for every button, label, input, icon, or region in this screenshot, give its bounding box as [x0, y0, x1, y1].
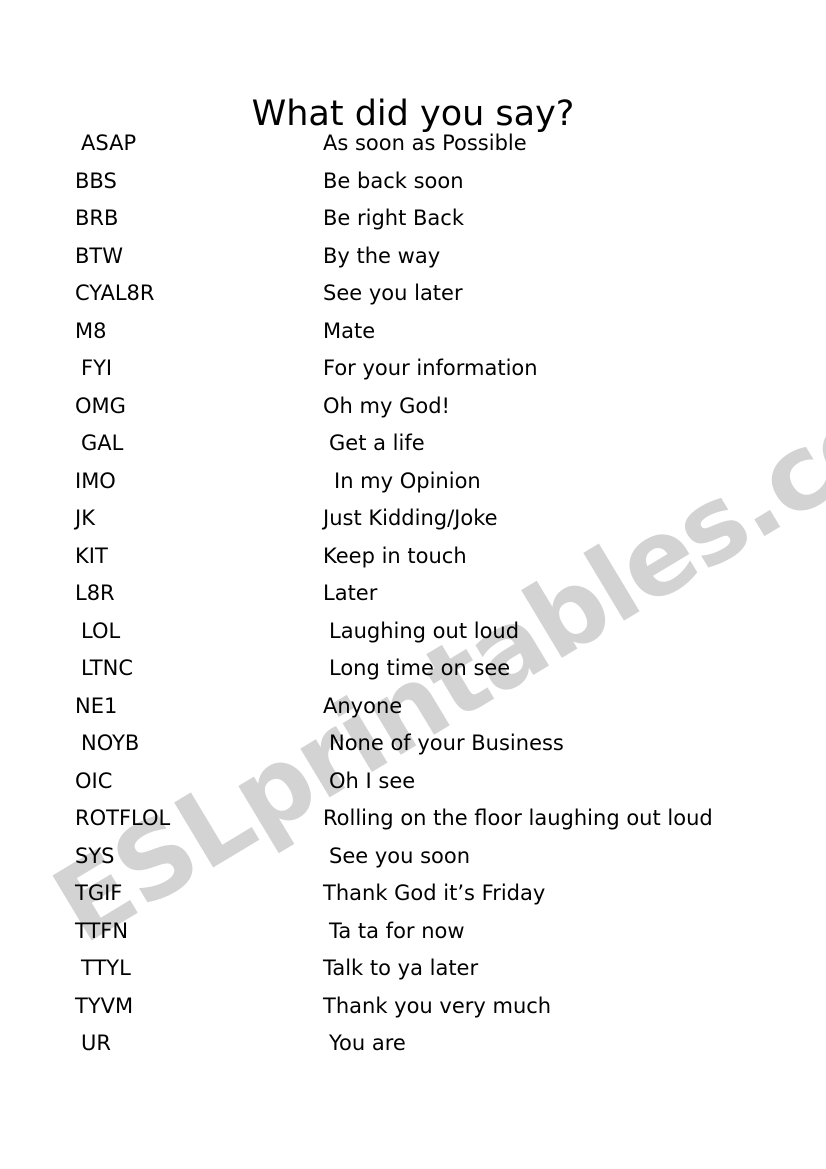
abbreviation-term: LTNC: [81, 656, 134, 680]
abbreviation-list: ASAP As soon as Possible BBS Be back soon BR…: [0, 128, 826, 1066]
abbreviation-meaning: See you soon: [329, 843, 471, 868]
abbreviation-meaning: Thank God it’s Friday: [323, 881, 546, 905]
abbreviation-term: TYVM: [75, 993, 134, 1018]
abbreviation-meaning: Laughing out loud: [329, 618, 520, 643]
abbreviation-meaning: For your information: [323, 356, 538, 380]
abbreviation-term: BRB: [75, 206, 119, 230]
abbreviation-meaning: Thank you very much: [323, 993, 552, 1018]
abbreviation-row: KIT Keep in touch: [0, 541, 826, 579]
abbreviation-meaning: Just Kidding/Joke: [323, 506, 498, 530]
abbreviation-meaning: See you later: [323, 281, 463, 305]
abbreviation-meaning: Long time on see: [329, 656, 511, 680]
abbreviation-row: JK Just Kidding/Joke: [0, 503, 826, 541]
abbreviation-meaning: Later: [323, 581, 378, 605]
abbreviation-meaning: Be back soon: [323, 168, 464, 193]
abbreviation-row: TYVM Thank you very much: [0, 991, 826, 1029]
abbreviation-term: TTYL: [81, 956, 131, 980]
abbreviation-term: KIT: [75, 543, 108, 568]
abbreviation-meaning: Mate: [323, 318, 376, 343]
abbreviation-row: BRB Be right Back: [0, 203, 826, 241]
abbreviation-term: L8R: [75, 581, 115, 605]
abbreviation-row: NOYB None of your Business: [0, 728, 826, 766]
abbreviation-row: BTW By the way: [0, 241, 826, 279]
abbreviation-meaning: Ta ta for now: [329, 918, 465, 943]
abbreviation-term: LOL: [81, 618, 121, 643]
abbreviation-meaning: Get a life: [329, 431, 425, 455]
abbreviation-term: SYS: [75, 843, 115, 868]
abbreviation-meaning: By the way: [323, 243, 441, 268]
abbreviation-meaning: Anyone: [323, 693, 403, 718]
abbreviation-meaning: Oh I see: [329, 768, 416, 793]
abbreviation-row: OMG Oh my God!: [0, 391, 826, 429]
abbreviation-term: ASAP: [81, 131, 137, 155]
abbreviation-term: TTFN: [75, 918, 129, 943]
worksheet-page: ESLprintables.com What did you say? ASAP…: [0, 0, 826, 1169]
abbreviation-meaning: Be right Back: [323, 206, 465, 230]
abbreviation-meaning: Oh my God!: [323, 393, 450, 418]
abbreviation-row: LOL Laughing out loud: [0, 616, 826, 654]
abbreviation-row: IMO In my Opinion: [0, 466, 826, 504]
abbreviation-meaning: You are: [329, 1031, 406, 1055]
abbreviation-term: IMO: [75, 468, 116, 493]
abbreviation-term: JK: [75, 506, 95, 530]
abbreviation-row: LTNC Long time on see: [0, 653, 826, 691]
abbreviation-term: NE1: [75, 693, 118, 718]
abbreviation-term: M8: [75, 318, 107, 343]
abbreviation-meaning: Talk to ya later: [323, 956, 479, 980]
abbreviation-term: NOYB: [81, 731, 140, 755]
abbreviation-row: OIC Oh I see: [0, 766, 826, 804]
abbreviation-term: BBS: [75, 168, 117, 193]
abbreviation-row: GAL Get a life: [0, 428, 826, 466]
abbreviation-term: GAL: [81, 431, 124, 455]
abbreviation-meaning: None of your Business: [329, 731, 564, 755]
abbreviation-row: NE1 Anyone: [0, 691, 826, 729]
abbreviation-row: CYAL8R See you later: [0, 278, 826, 316]
abbreviation-row: SYS See you soon: [0, 841, 826, 879]
abbreviation-term: FYI: [81, 356, 113, 380]
abbreviation-row: UR You are: [0, 1028, 826, 1066]
abbreviation-row: TTFN Ta ta for now: [0, 916, 826, 954]
abbreviation-meaning: As soon as Possible: [323, 131, 527, 155]
abbreviation-term: TGIF: [75, 881, 123, 905]
abbreviation-row: L8R Later: [0, 578, 826, 616]
abbreviation-meaning: In my Opinion: [334, 468, 481, 493]
abbreviation-row: M8 Mate: [0, 316, 826, 354]
abbreviation-term: ROTFLOL: [75, 806, 171, 830]
abbreviation-row: TTYL Talk to ya later: [0, 953, 826, 991]
abbreviation-term: OIC: [75, 768, 113, 793]
abbreviation-row: FYI For your information: [0, 353, 826, 391]
abbreviation-meaning: Keep in touch: [323, 543, 467, 568]
abbreviation-meaning: Rolling on the floor laughing out loud: [323, 806, 713, 830]
abbreviation-row: ROTFLOL Rolling on the floor laughing out…: [0, 803, 826, 841]
abbreviation-row: ASAP As soon as Possible: [0, 128, 826, 166]
abbreviation-term: CYAL8R: [75, 281, 155, 305]
abbreviation-term: UR: [81, 1031, 111, 1055]
abbreviation-row: TGIF Thank God it’s Friday: [0, 878, 826, 916]
abbreviation-term: BTW: [75, 243, 123, 268]
abbreviation-term: OMG: [75, 393, 126, 418]
abbreviation-row: BBS Be back soon: [0, 166, 826, 204]
